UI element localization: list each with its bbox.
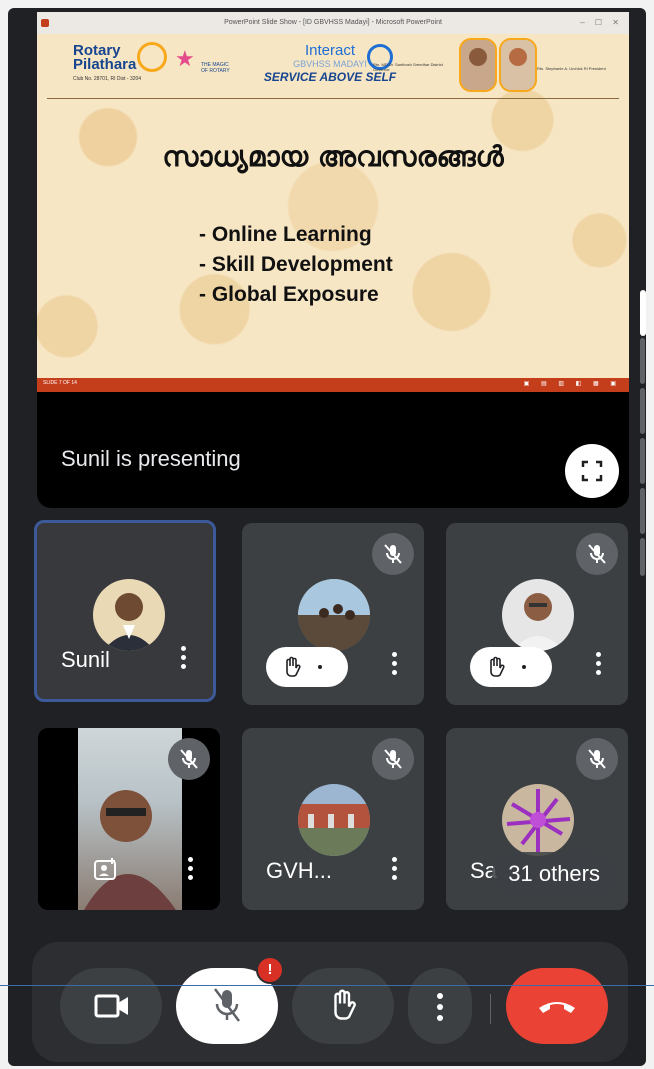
scroll-segment (640, 338, 645, 384)
window-controls: – ☐ ✕ (580, 18, 623, 27)
slideshow-statusbar: SLIDE 7 OF 14 ▣ ▤ ▥ ◧ ▦ ▣ (37, 378, 629, 392)
controls-divider (490, 994, 491, 1024)
raise-hand-button[interactable] (292, 968, 394, 1044)
fullscreen-icon (581, 460, 603, 482)
presentation-area: PowerPoint Slide Show - [ID GBVHSS Maday… (37, 12, 629, 508)
avatar (93, 579, 165, 651)
mic-warning-badge: ! (256, 956, 284, 984)
participant-name: Sunil (61, 647, 110, 672)
scroll-segment (640, 438, 645, 484)
avatar (502, 579, 574, 651)
president-photo (499, 38, 537, 92)
president-name: Rtn. Stephanie A. Urchick RI President (537, 66, 606, 71)
participant-tile-video[interactable] (38, 728, 220, 910)
participant-tile-sunil[interactable]: Sunil (34, 520, 216, 702)
scroll-thumb[interactable] (640, 290, 646, 336)
raised-hand-indicator (266, 647, 348, 687)
slide-bullets: - Online Learning - Skill Development - … (199, 220, 393, 310)
end-call-icon (539, 1002, 575, 1013)
participant-tile[interactable] (446, 523, 628, 705)
slide-counter: SLIDE 7 OF 14 (43, 380, 77, 386)
video-camera-icon (94, 994, 128, 1018)
more-options-button[interactable] (596, 652, 602, 679)
presenting-label: Sunil is presenting (61, 446, 241, 471)
magic-of-rotary-logo: ★ THE MAGIC OF ROTARY (171, 42, 231, 78)
pin-to-screen-icon[interactable] (92, 856, 122, 886)
rotary-logo: Rotary Pilathara Club No. 28701, RI Dist… (73, 42, 167, 86)
meeting-screen: PowerPoint Slide Show - [ID GBVHSS Maday… (8, 8, 646, 1066)
mic-off-icon (214, 988, 240, 1022)
hand-pill-dot (522, 665, 526, 669)
avatar (298, 579, 370, 651)
participant-tile-others[interactable]: Sa 31 others (446, 728, 628, 910)
participant-name: GVH... (266, 858, 333, 883)
more-options-button[interactable] (188, 857, 194, 884)
end-call-button[interactable] (506, 968, 608, 1044)
mic-toggle-button[interactable]: ! (176, 956, 284, 1044)
more-vert-icon (437, 993, 443, 1021)
magic-text: THE MAGIC OF ROTARY (201, 62, 230, 74)
fullscreen-button[interactable] (565, 444, 619, 498)
window-title: PowerPoint Slide Show - [ID GBVHSS Maday… (224, 19, 442, 26)
bullet-item: - Global Exposure (199, 283, 379, 306)
more-options-button[interactable] (181, 646, 187, 673)
hand-pill-dot (318, 665, 322, 669)
others-count-button[interactable]: 31 others (492, 852, 616, 896)
mic-off-icon (168, 738, 210, 780)
bullet-item: - Skill Development (199, 253, 393, 276)
overlay-line (0, 985, 654, 986)
mic-off-icon (576, 738, 618, 780)
slideshow-view-controls[interactable]: ▣ ▤ ▥ ◧ ▦ ▣ (524, 380, 621, 387)
powerpoint-icon (41, 19, 49, 27)
mic-off-icon (372, 533, 414, 575)
call-controls-bar: ! (32, 942, 628, 1062)
slide: Rotary Pilathara Club No. 28701, RI Dist… (37, 34, 629, 378)
slide-header: Rotary Pilathara Club No. 28701, RI Dist… (37, 34, 629, 104)
governor-photo (459, 38, 497, 92)
mic-off-icon (372, 738, 414, 780)
header-divider (47, 98, 619, 99)
scrollbar[interactable] (640, 8, 646, 588)
avatar (298, 784, 370, 856)
scroll-segment (640, 488, 645, 534)
more-options-button[interactable] (392, 652, 398, 679)
hand-icon (490, 656, 505, 677)
powerpoint-titlebar: PowerPoint Slide Show - [ID GBVHSS Maday… (37, 12, 629, 34)
more-options-button[interactable] (392, 857, 398, 884)
camera-toggle-button[interactable] (60, 968, 162, 1044)
slide-title: സാധ്യമായ അവസരങ്ങൾ (162, 140, 504, 173)
scroll-segment (640, 538, 645, 576)
more-options-button[interactable] (408, 968, 472, 1044)
participant-tile[interactable] (242, 523, 424, 705)
hand-icon (334, 989, 356, 1020)
rotary-club: Club No. 28701, RI Dist - 3204 (73, 76, 142, 82)
mic-off-icon (576, 533, 618, 575)
rotary-line2: Pilathara (73, 56, 137, 73)
hand-icon (286, 656, 301, 677)
bullet-item: - Online Learning (199, 223, 372, 246)
scroll-segment (640, 388, 645, 434)
raised-hand-indicator (470, 647, 552, 687)
avatar (502, 784, 574, 856)
rotary-wheel-icon (137, 42, 167, 72)
star-icon: ★ (175, 46, 195, 71)
governor-name: Rtn. MD Dr. Santhosh Sreedhar District G… (373, 62, 443, 72)
interact-motto: SERVICE ABOVE SELF (263, 70, 397, 84)
participant-tile-gvh[interactable]: GVH... (242, 728, 424, 910)
